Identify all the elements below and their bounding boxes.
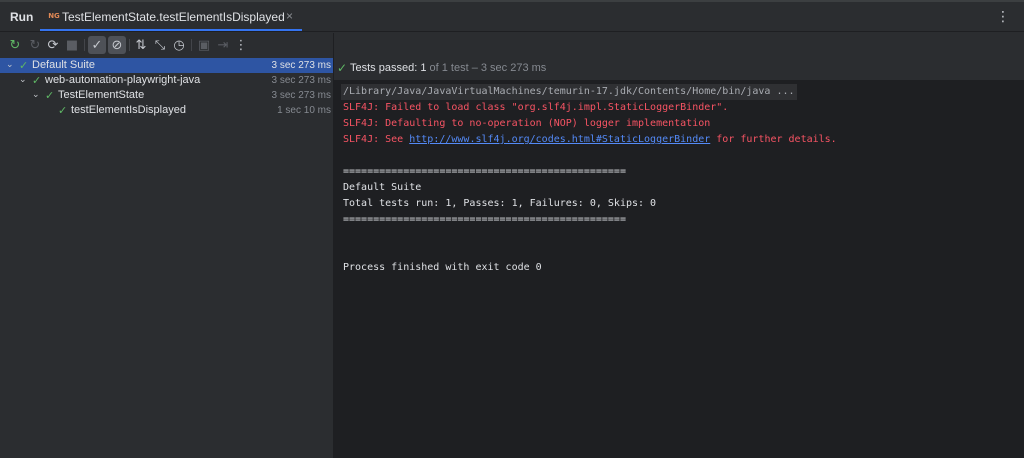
rerun-icon[interactable]: ↻ — [6, 36, 24, 54]
tree-item-test-class[interactable]: ⌄ ✓ TestElementState 3 sec 273 ms — [0, 88, 333, 103]
console-error-line: SLF4J: Failed to load class "org.slf4j.i… — [343, 102, 729, 113]
rerun-failed-icon[interactable]: ↻ — [26, 36, 44, 54]
test-status-bar: ✓ Tests passed: 1 of 1 test – 3 sec 273 … — [334, 58, 1024, 80]
console-summary: Total tests run: 1, Passes: 1, Failures:… — [343, 198, 657, 209]
toolbar-separator — [191, 39, 192, 51]
show-ignored-icon[interactable]: ⊘ — [108, 36, 126, 54]
more-icon[interactable]: ⋮ — [232, 36, 250, 54]
run-tool-window-header: Run NG TestElementState.testElementIsDis… — [0, 2, 1024, 32]
tree-item-label: web-automation-playwright-java — [45, 74, 201, 86]
passed-check-icon: ✓ — [45, 89, 55, 102]
chevron-down-icon[interactable]: ⌄ — [6, 58, 14, 73]
passed-check-icon: ✓ — [58, 104, 68, 117]
console-link[interactable]: http://www.slf4j.org/codes.html#StaticLo… — [409, 134, 710, 145]
passed-check-icon: ✓ — [337, 61, 348, 75]
toggle-auto-test-icon[interactable]: ⟳ — [44, 36, 62, 54]
console-error-suffix: for further details. — [710, 134, 837, 145]
test-results-tree: ⌄ ✓ Default Suite 3 sec 273 ms ⌄ ✓ web-a… — [0, 57, 333, 458]
tree-item-duration: 3 sec 273 ms — [271, 75, 331, 86]
console-error-prefix: SLF4J: See — [343, 134, 410, 145]
close-icon[interactable]: × — [286, 9, 293, 23]
testng-icon: NG — [48, 12, 60, 20]
tab-run-configuration[interactable]: NG TestElementState.testElementIsDisplay… — [40, 2, 302, 31]
console-suite-name: Default Suite — [343, 182, 422, 193]
console-output[interactable]: /Library/Java/JavaVirtualMachines/temuri… — [334, 80, 1024, 458]
console-command-line[interactable]: /Library/Java/JavaVirtualMachines/temuri… — [341, 84, 797, 100]
tree-item-label: Default Suite — [32, 59, 95, 71]
console-exit-line: Process finished with exit code 0 — [343, 262, 542, 273]
tree-item-duration: 3 sec 273 ms — [271, 60, 331, 71]
toolbar-separator — [84, 39, 85, 51]
test-status-text: Tests passed: 1 of 1 test – 3 sec 273 ms — [350, 62, 546, 74]
status-details: of 1 test – 3 sec 273 ms — [429, 62, 547, 74]
export-icon[interactable]: ▣ — [195, 36, 213, 54]
tab-title: TestElementState.testElementIsDisplayed — [62, 10, 285, 24]
more-options-icon[interactable]: ⋮ — [996, 8, 1010, 25]
chevron-down-icon[interactable]: ⌄ — [32, 88, 40, 103]
chevron-down-icon[interactable]: ⌄ — [19, 73, 27, 88]
stop-icon[interactable]: ■ — [63, 36, 81, 54]
tree-item-test-method[interactable]: ✓ testElementIsDisplayed 1 sec 10 ms — [0, 103, 333, 118]
tree-item-duration: 3 sec 273 ms — [271, 90, 331, 101]
passed-check-icon: ✓ — [32, 74, 42, 87]
console-error-line: SLF4J: Defaulting to no-operation (NOP) … — [343, 118, 711, 129]
passed-check-icon: ✓ — [19, 59, 29, 72]
tree-item-label: TestElementState — [58, 89, 145, 101]
tree-item-default-suite[interactable]: ⌄ ✓ Default Suite 3 sec 273 ms — [0, 58, 333, 73]
toolbar-separator — [129, 39, 130, 51]
status-passed-label: Tests passed: — [350, 62, 418, 74]
sort-by-duration-icon[interactable]: ⤡ — [151, 36, 169, 54]
console-separator: ========================================… — [343, 214, 626, 225]
tree-item-project[interactable]: ⌄ ✓ web-automation-playwright-java 3 sec… — [0, 73, 333, 88]
import-icon[interactable]: ⇥ — [214, 36, 232, 54]
status-passed-count: 1 — [420, 62, 427, 74]
console-error-line: SLF4J: See http://www.slf4j.org/codes.ht… — [343, 132, 837, 148]
sort-alphabetically-icon[interactable]: ⇅ — [132, 36, 150, 54]
show-passed-icon[interactable]: ✓ — [88, 36, 106, 54]
run-tool-window-title: Run — [10, 10, 34, 24]
console-separator: ========================================… — [343, 166, 626, 177]
test-history-icon[interactable]: ◷ — [170, 36, 188, 54]
tree-item-label: testElementIsDisplayed — [71, 104, 186, 116]
test-runner-toolbar: ↻ ↻ ⟳ ■ ✓ ⊘ ⇅ ⤡ ◷ ▣ ⇥ ⋮ — [0, 33, 333, 57]
tree-item-duration: 1 sec 10 ms — [277, 105, 331, 116]
